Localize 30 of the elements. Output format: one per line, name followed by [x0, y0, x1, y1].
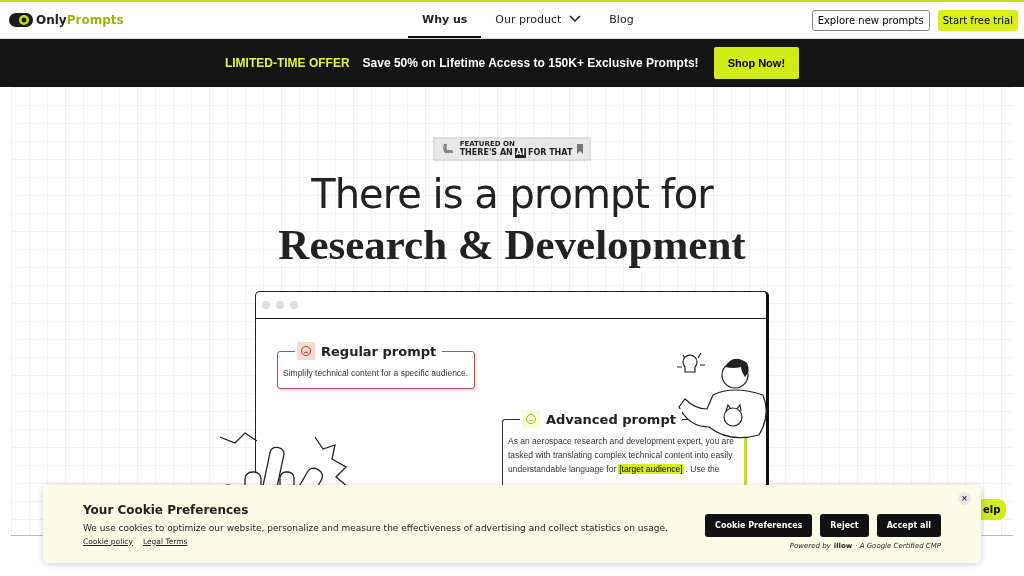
- card-title: Advanced prompt: [546, 411, 676, 427]
- sad-face-icon: [297, 342, 315, 360]
- logo-icon: [8, 12, 34, 28]
- help-button[interactable]: elp: [981, 499, 1007, 520]
- logo-text[interactable]: OnlyPrompts: [36, 13, 124, 27]
- nav-link[interactable]: Blog: [595, 2, 648, 38]
- nav-link[interactable]: Our product: [481, 2, 596, 38]
- shop-button[interactable]: Shop Now!: [713, 47, 800, 79]
- close-button[interactable]: ×: [958, 492, 971, 505]
- smile-face-icon: [522, 410, 540, 428]
- hero-subtitle: Research & Development: [278, 220, 746, 270]
- offer-tag: LIMITED-TIME OFFER: [224, 56, 350, 70]
- hero-title: There is a prompt for: [311, 170, 713, 219]
- trial-button[interactable]: Start free trial: [937, 9, 1018, 31]
- ai-label: AI: [514, 148, 526, 158]
- badge-text: FOR THAT: [527, 148, 573, 158]
- badge-text: THERE'S AN: [459, 148, 513, 158]
- cookie-button[interactable]: Reject: [820, 514, 869, 537]
- card-title: Regular prompt: [321, 343, 437, 359]
- chevron-icon: [569, 15, 582, 23]
- card-text: As an aerospace research and development expert, you are tasked with translating complex technical content into easily understandable language for [target audience] . Use the: [508, 435, 735, 476]
- promo-text: Save 50% on Lifetime Access to 150K+ Exclusive Prompts!: [362, 56, 699, 70]
- window-dots-icon: [262, 301, 300, 309]
- explore-button[interactable]: Explore new prompts: [811, 9, 930, 31]
- cookie-button[interactable]: Accept all: [876, 514, 941, 537]
- cookie-button[interactable]: Cookie Preferences: [705, 514, 813, 537]
- cookie-title: Your Cookie Preferences: [83, 502, 250, 517]
- cookie-text: We use cookies to optimize our website, personalize and measure the effectiveness of advertising and collect statistics on usage.: [83, 522, 668, 533]
- card-text: Simplify technical content for a specific audience.: [283, 367, 469, 380]
- bookmark-icon: [577, 144, 584, 154]
